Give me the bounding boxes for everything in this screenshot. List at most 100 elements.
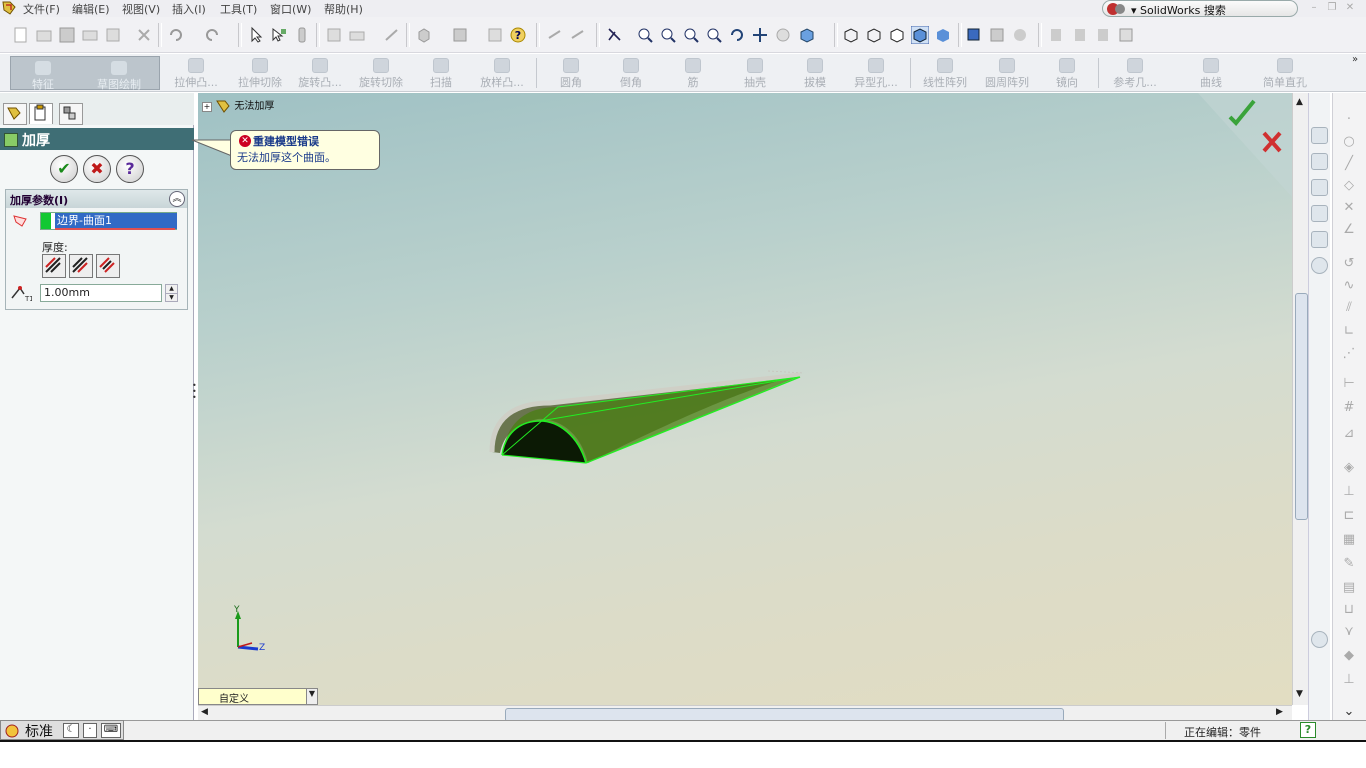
sweep-button[interactable]: 扫描 — [424, 57, 458, 91]
menu-tools[interactable]: 工具(T) — [220, 1, 257, 17]
graphics-area[interactable]: + 无法加厚 Y Z — [198, 93, 1292, 705]
spline-icon[interactable]: ∿ — [1341, 279, 1357, 293]
ime-icon[interactable] — [3, 723, 21, 739]
shaded-with-edges-icon[interactable] — [911, 26, 929, 44]
hidden-lines-removed-icon[interactable] — [888, 26, 906, 44]
zoom-selection-icon[interactable] — [705, 26, 723, 44]
pan-icon[interactable] — [751, 26, 769, 44]
scroll-down-icon[interactable]: ▼ — [1296, 689, 1303, 699]
keyboard-icon[interactable]: ⌨ — [101, 723, 121, 738]
minimize-icon[interactable]: – — [1306, 2, 1322, 16]
realview-icon[interactable] — [1011, 26, 1029, 44]
pencil-icon[interactable]: ✎ — [1341, 557, 1357, 571]
standard-views-icon[interactable] — [798, 26, 816, 44]
angle-icon[interactable]: ∠ — [1341, 223, 1357, 237]
thicken-side2-button[interactable] — [69, 254, 93, 278]
linear-pattern-button[interactable]: 线性阵列 — [918, 57, 972, 91]
dimension-icon[interactable]: ⊢ — [1341, 377, 1357, 391]
calendar-icon[interactable]: ▦ — [1341, 533, 1357, 547]
face-selection-field[interactable]: 边界-曲面1 — [40, 212, 177, 230]
view-orientation-icon[interactable] — [606, 26, 624, 44]
wireframe-icon[interactable] — [842, 26, 860, 44]
cut-icon[interactable] — [135, 26, 153, 44]
circular-pattern-button[interactable]: 圆周阵列 — [980, 57, 1034, 91]
thicken-both-sides-button[interactable] — [96, 254, 120, 278]
offset-icon[interactable]: ⫽ — [1341, 301, 1357, 315]
moon-icon[interactable]: ☾ — [63, 723, 79, 738]
hole-wizard-button[interactable]: 异型孔... — [848, 57, 904, 91]
rebuild-icon[interactable] — [293, 26, 311, 44]
extruded-cut-button[interactable]: 拉伸切除 — [232, 57, 288, 91]
ime-mode-label[interactable]: 标准 — [25, 721, 53, 741]
curves-button[interactable]: 曲线 — [1194, 57, 1228, 91]
spin-down-icon[interactable]: ▼ — [166, 294, 177, 302]
scroll-right-icon[interactable]: ▶ — [1276, 707, 1283, 717]
scroll-left-icon[interactable]: ◀ — [201, 707, 208, 717]
draft-button[interactable]: 拔模 — [798, 57, 832, 91]
thicken-side1-button[interactable] — [42, 254, 66, 278]
tool-d-icon[interactable] — [1117, 26, 1135, 44]
chamfer-button[interactable]: 倒角 — [614, 57, 648, 91]
chevron-right-icon[interactable]: » — [1352, 54, 1358, 65]
circle-icon[interactable]: ○ — [1341, 135, 1357, 149]
menu-view[interactable]: 视图(V) — [122, 1, 160, 17]
point-icon[interactable]: · — [1341, 113, 1357, 127]
rib-button[interactable]: 筋 — [682, 57, 704, 91]
menu-insert[interactable]: 插入(I) — [172, 1, 206, 17]
tab-features[interactable]: 特征 — [15, 57, 71, 91]
view-palette-icon[interactable] — [1311, 231, 1328, 248]
section-icon[interactable]: ⊏ — [1341, 509, 1357, 523]
spin-up-icon[interactable]: ▲ — [166, 285, 177, 294]
angle-dimension-icon[interactable]: ⊿ — [1341, 427, 1357, 441]
more-icon[interactable]: ⌄ — [1341, 705, 1357, 719]
polygon-icon[interactable]: ◇ — [1341, 179, 1357, 193]
tab-property-manager[interactable] — [29, 103, 53, 124]
arc-icon[interactable]: ↺ — [1341, 257, 1357, 271]
select-filter-icon[interactable] — [270, 26, 288, 44]
zoom-in-out-icon[interactable] — [682, 26, 700, 44]
rotate-icon[interactable] — [728, 26, 746, 44]
sketch-icon[interactable] — [546, 26, 564, 44]
grid-icon[interactable]: # — [1341, 401, 1357, 415]
diamond-icon[interactable]: ◆ — [1341, 649, 1357, 663]
group-header[interactable]: 加厚参数(I) ︽ — [6, 190, 187, 208]
bracket-icon[interactable]: ⊔ — [1341, 603, 1357, 617]
instant3d-icon[interactable] — [383, 26, 401, 44]
help-icon[interactable]: ? — [509, 26, 527, 44]
base-icon[interactable]: ⊥ — [1341, 673, 1357, 687]
help-button[interactable]: ? — [116, 155, 144, 183]
open-icon[interactable] — [35, 26, 53, 44]
hidden-lines-visible-icon[interactable] — [865, 26, 883, 44]
punctuation-icon[interactable]: · — [83, 723, 97, 738]
revolved-boss-button[interactable]: 旋转凸... — [294, 57, 346, 91]
mirror-button[interactable]: 镜向 — [1050, 57, 1084, 91]
tool-a-icon[interactable] — [1047, 26, 1065, 44]
tab-feature-tree[interactable] — [3, 103, 27, 125]
layer-icon[interactable] — [348, 26, 366, 44]
status-help-icon[interactable]: ? — [1300, 722, 1316, 738]
collapse-icon[interactable]: ︽ — [169, 191, 185, 207]
zoom-area-icon[interactable] — [659, 26, 677, 44]
home-icon[interactable] — [1311, 127, 1328, 144]
branch-icon[interactable]: ⋎ — [1341, 625, 1357, 639]
shaded-icon[interactable] — [934, 26, 952, 44]
menu-file[interactable]: 文件(F) — [23, 1, 60, 17]
tab-configuration-manager[interactable] — [59, 103, 83, 125]
trim-icon[interactable]: ✕ — [1341, 201, 1357, 215]
design-library-icon[interactable] — [1311, 153, 1328, 170]
file-explorer-icon[interactable] — [1311, 179, 1328, 196]
shell-button[interactable]: 抽壳 — [738, 57, 772, 91]
tab-sketch[interactable]: 草图绘制 — [81, 57, 157, 91]
solidworks-search[interactable]: ▾ SolidWorks 搜索 — [1102, 0, 1298, 17]
print-icon[interactable] — [81, 26, 99, 44]
shadows-icon[interactable] — [965, 26, 983, 44]
extruded-boss-button[interactable]: 拉伸凸... — [170, 57, 222, 91]
redo-icon[interactable] — [203, 26, 221, 44]
corner-icon[interactable]: ∟ — [1341, 325, 1357, 339]
close-icon[interactable]: ✕ — [1342, 2, 1358, 16]
lofted-boss-button[interactable]: 放样凸... — [476, 57, 528, 91]
thickness-spinner[interactable]: ▲ ▼ — [165, 284, 178, 302]
simple-hole-button[interactable]: 简单直孔 — [1258, 57, 1312, 91]
table-icon[interactable] — [486, 26, 504, 44]
new-doc-icon[interactable] — [12, 26, 30, 44]
